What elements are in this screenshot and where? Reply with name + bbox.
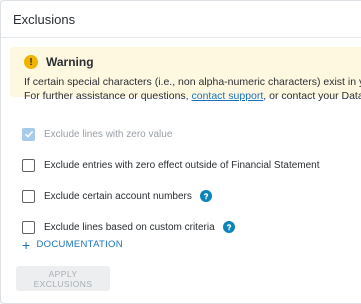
zero-effect-checkbox[interactable] xyxy=(22,158,35,172)
info-icon[interactable] xyxy=(222,221,235,233)
warning-title: Warning xyxy=(46,55,94,69)
documentation-link[interactable]: + DOCUMENTATION xyxy=(22,236,123,253)
warning-header: ! Warning xyxy=(24,55,361,69)
warning-text-after-link: , or contact your Data Analytics xyxy=(263,90,361,102)
plus-icon: + xyxy=(22,236,31,253)
card-header: Exclusions xyxy=(1,1,361,38)
option-custom-criteria[interactable]: Exclude lines based on custom criteria xyxy=(22,217,320,237)
zero-value-checkbox xyxy=(22,127,35,141)
option-label: Exclude certain account numbers xyxy=(44,190,192,202)
exclusion-options: Exclude lines with zero value Exclude en… xyxy=(22,124,320,248)
option-zero-value: Exclude lines with zero value xyxy=(22,124,320,144)
info-icon[interactable] xyxy=(199,190,212,202)
option-label: Exclude lines based on custom criteria xyxy=(44,221,215,233)
contact-support-link[interactable]: contact support xyxy=(192,90,264,102)
warning-text-before-link: For further assistance or questions, xyxy=(24,90,192,102)
warning-banner: ! Warning If certain special characters … xyxy=(10,47,361,102)
apply-exclusions-button[interactable]: APPLY EXCLUSIONS xyxy=(16,266,110,291)
option-label: Exclude entries with zero effect outside… xyxy=(44,159,320,171)
warning-icon: ! xyxy=(24,55,38,69)
check-icon xyxy=(24,130,33,138)
documentation-label: DOCUMENTATION xyxy=(36,239,123,250)
card-title: Exclusions xyxy=(13,11,76,27)
account-numbers-checkbox[interactable] xyxy=(22,189,35,203)
warning-text-line-1: If certain special characters (i.e., non… xyxy=(24,76,361,88)
custom-criteria-checkbox[interactable] xyxy=(22,220,35,234)
option-account-numbers[interactable]: Exclude certain account numbers xyxy=(22,186,320,206)
warning-text-line-2: For further assistance or questions, con… xyxy=(24,89,361,103)
option-label: Exclude lines with zero value xyxy=(44,128,173,140)
exclusions-card: Exclusions ! Warning If certain special … xyxy=(0,0,361,304)
option-zero-effect[interactable]: Exclude entries with zero effect outside… xyxy=(22,155,320,175)
